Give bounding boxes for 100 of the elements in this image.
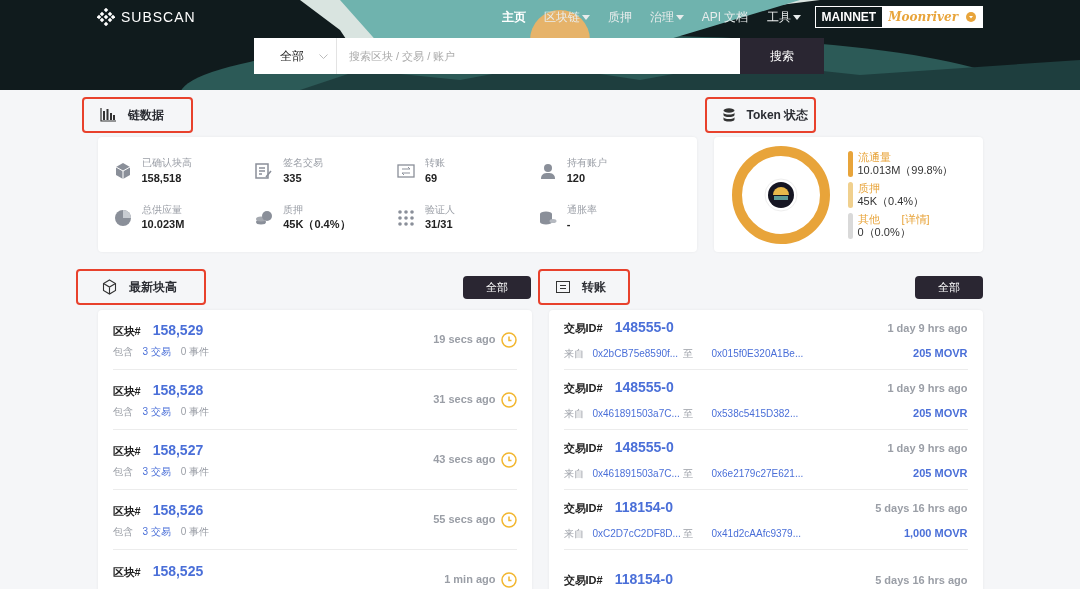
extrinsics-link[interactable]: 3 交易 [142,404,171,419]
transfer-time: 1 day 9 hrs ago [887,381,968,397]
stat-label: 通胀率 [566,203,597,217]
section-title: Token 状态 [746,107,809,124]
transaction-label: 交易ID# [563,381,603,397]
from-address-link[interactable]: 0x2bCB75e8590f... [592,346,683,361]
block-label: 区块# [112,384,141,399]
stat-value: 31/31 [425,218,454,232]
clock-icon [500,331,517,348]
stat-value: 69 [425,171,439,186]
clock-icon [500,451,517,468]
stat-label: 签名交易 [283,157,324,170]
nav-link[interactable]: 工具 [766,8,801,26]
block-time: 1 min ago [444,572,496,588]
to-address-link[interactable]: 0x6e2179c27E621... [711,466,804,481]
from-address-link[interactable]: 0x461891503a7C... [592,466,683,481]
extrinsics-link[interactable]: 3 交易 [142,344,171,359]
legend-label: 质押 [857,181,880,195]
to-label: 至 [682,467,694,481]
block-number-link[interactable]: 158,528 [152,380,204,401]
extrinsics-link[interactable]: 3 交易 [142,464,171,479]
block-number-link[interactable]: 158,527 [152,440,204,461]
transfer-amount: 1,000 MOVR [903,526,968,542]
transfer-amount: 205 MOVR [913,406,968,422]
cube-icon [113,162,132,181]
stat-value: 335 [283,171,303,186]
stat-value: 10.023M [141,218,185,232]
from-label: 来自 [563,527,585,541]
clock-icon [500,571,517,588]
view-all-button[interactable]: 全部 [914,275,983,299]
stat-value: 45K（0.4%） [283,218,351,232]
transaction-label: 交易ID# [563,573,603,588]
logo-text: SUBSCAN [121,7,196,27]
pie-chart-icon [113,208,132,227]
logo-icon [97,8,115,26]
stat-label: 转账 [425,157,445,170]
bar-chart-icon [99,108,116,122]
network-label: MAINNET [820,9,878,26]
extrinsics-link[interactable]: 3 交易 [142,524,171,539]
events-count: 0 事件 [180,465,210,479]
events-count: 0 事件 [180,345,210,359]
legend-label: 其他 [857,212,880,226]
stat-value: 158,518 [141,171,183,186]
block-label: 区块# [112,444,141,459]
block-time: 55 secs ago [433,512,496,528]
chevron-icon [319,53,328,59]
stat-value: - [566,218,572,232]
from-address-link[interactable]: 0xC2D7cC2DF8D... [592,526,683,541]
document-pen-icon [255,162,274,181]
transfer-amount: 205 MOVR [913,466,968,482]
from-label: 来自 [563,347,585,361]
stat-label: 已确认块高 [141,157,192,170]
block-number-link[interactable]: 158,526 [152,500,204,521]
stat-label: 总供应量 [141,203,183,217]
cube-icon [101,279,117,295]
clock-icon [500,511,517,528]
search-button[interactable]: 搜索 [740,38,824,74]
transaction-label: 交易ID# [563,501,603,517]
contains-label: 包含 [112,345,133,359]
caret-icon [966,12,976,22]
user-icon [538,162,557,181]
transfer-time: 1 day 9 hrs ago [887,321,968,337]
legend-value: 10.013M（99.8%） [857,163,954,177]
section-title: 转账 [581,279,606,296]
transaction-id-link[interactable]: 148555-0 [614,317,674,339]
section-title: 链数据 [127,107,164,124]
to-label: 至 [682,407,694,421]
transfer-time: 5 days 16 hrs ago [875,501,968,517]
transaction-label: 交易ID# [563,441,603,457]
transaction-id-link[interactable]: 148555-0 [614,377,674,399]
transaction-label: 交易ID# [563,321,603,337]
transfer-time: 1 day 9 hrs ago [887,441,968,457]
block-number-link[interactable]: 158,525 [152,561,204,582]
events-count: 0 事件 [180,525,210,539]
block-time: 43 secs ago [433,452,496,468]
to-address-link[interactable]: 0x538c5415D382... [711,406,799,421]
transaction-id-link[interactable]: 118154-0 [614,569,674,589]
network-switcher[interactable]: MAINNET Moonriver [814,6,983,28]
search-field[interactable]: 搜索区块 / 交易 / 账户 [337,38,740,74]
transaction-id-link[interactable]: 118154-0 [614,497,674,519]
view-all-button[interactable]: 全部 [462,275,531,299]
to-address-link[interactable]: 0x41d2cAAfc9379... [711,526,801,541]
to-label: 至 [682,347,694,361]
transaction-id-link[interactable]: 148555-0 [614,437,674,459]
search-scope-select[interactable]: 全部 [254,38,337,74]
block-time: 31 secs ago [433,392,496,408]
contains-label: 包含 [112,405,133,419]
from-address-link[interactable]: 0x461891503a7C... [592,406,683,421]
transfer-icon [555,281,570,293]
stat-label: 持有账户 [566,157,607,170]
stat-label: 验证人 [425,203,455,217]
transfer-time: 5 days 16 hrs ago [875,573,968,588]
transfer-amount: 205 MOVR [913,346,968,362]
block-number-link[interactable]: 158,529 [152,320,204,341]
stat-label: 质押 [283,203,305,217]
block-label: 区块# [112,324,141,339]
dots-grid-icon [397,208,415,227]
block-label: 区块# [112,565,141,580]
clock-icon [500,391,517,408]
to-address-link[interactable]: 0x015f0E320A1Be... [711,346,804,361]
